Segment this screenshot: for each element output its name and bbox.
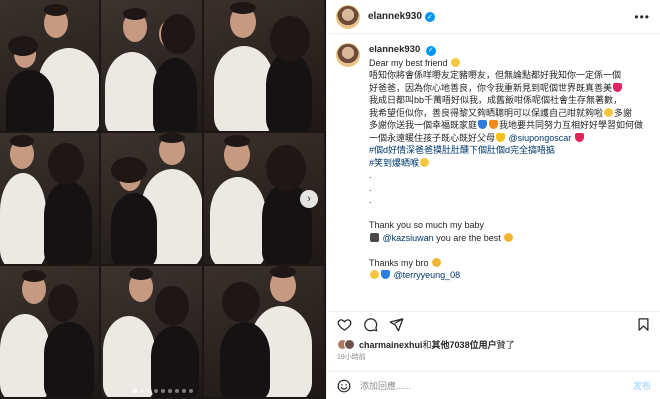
bee-emoji-icon <box>504 232 514 242</box>
caption-line: . <box>369 195 372 205</box>
like-button[interactable] <box>337 317 352 332</box>
mention-link[interactable]: @terryyeung_08 <box>394 270 461 280</box>
collage-photo <box>204 0 326 133</box>
avatar[interactable] <box>336 43 360 67</box>
collage-photo <box>0 133 101 266</box>
likes-text[interactable]: charmainexhui和其他7038位用户贊了 <box>359 338 515 351</box>
caption-line: Thank you so much my baby <box>369 220 485 230</box>
bookmark-icon <box>638 318 649 331</box>
chevron-right-icon: › <box>307 192 311 205</box>
caption-line: 唔知你將會係咩嘢友定豬嘢友，但無論點都好我知你一定係一個 <box>369 70 622 80</box>
comment-input[interactable] <box>360 380 633 391</box>
red-heart-emoji-icon <box>574 132 584 142</box>
likes-suffix: 贊了 <box>496 339 515 350</box>
mention-link[interactable]: @kazsiuwan <box>383 233 434 243</box>
blue-heart-emoji-icon <box>478 120 488 129</box>
hashtag-link[interactable]: #個d好情深爸爸摸肚肚醺下個肚個d完全搞唔掂 <box>369 145 555 155</box>
more-options-icon[interactable]: ••• <box>634 10 650 24</box>
post-side-panel: elannek930 ✓ ••• elannek930 ✓ Dear my be… <box>326 0 660 399</box>
post-timestamp[interactable]: 19小時前 <box>337 352 366 362</box>
caption-line: 我地要共同努力互相好好學習如何做 <box>499 120 644 130</box>
caption-body: elannek930 ✓ Dear my best friend 唔知你將會係咩… <box>369 44 644 280</box>
post-actions-bar <box>327 311 660 337</box>
share-icon <box>389 318 404 332</box>
share-button[interactable] <box>389 317 404 332</box>
collage-photo <box>0 0 101 133</box>
collage-photo <box>101 133 204 266</box>
hashtag-link[interactable]: #笑到爆晒喉 <box>369 158 419 168</box>
caption-line: 我成日都叫bb千萬唔好似我，成舊飯咁係呢個社會生存無著數， <box>369 95 623 105</box>
collage-photo <box>0 266 101 399</box>
comment-button[interactable] <box>363 317 378 332</box>
carousel-dot <box>133 389 137 393</box>
collage-photo <box>204 266 326 399</box>
collage-photo <box>101 0 204 133</box>
caption-line: 我希望佢似你，善良得黎又夠晒聰明可以保護自己咁就夠啦 <box>369 107 604 118</box>
caption-line: Dear my best friend <box>369 57 448 68</box>
verified-badge-icon: ✓ <box>425 46 436 57</box>
heart-icon <box>337 319 352 331</box>
post-caption: elannek930 ✓ Dear my best friend 唔知你將會係咩… <box>327 35 660 311</box>
red-heart-emoji-icon <box>613 82 623 92</box>
yellow-heart-emoji-icon <box>496 132 506 142</box>
save-button[interactable] <box>636 317 651 332</box>
carousel-dot <box>168 389 172 393</box>
post-header: elannek930 ✓ ••• <box>327 0 660 34</box>
smiling-face-emoji-icon <box>451 57 461 67</box>
post-media-carousel[interactable]: › <box>0 0 326 399</box>
carousel-dot <box>147 389 151 393</box>
carousel-dots <box>0 389 326 393</box>
carousel-dot <box>161 389 165 393</box>
emoji-icon[interactable] <box>337 379 351 393</box>
comment-icon <box>364 318 378 332</box>
orange-heart-emoji-icon <box>489 120 499 129</box>
avatar <box>344 338 355 350</box>
carousel-dot <box>175 389 179 393</box>
caption-line: . <box>369 182 372 193</box>
person-emoji-icon <box>370 270 379 279</box>
caption-line: . <box>369 170 372 180</box>
caption-line: you are the best <box>436 232 501 243</box>
carousel-dot <box>154 389 158 393</box>
caption-line: 好爸爸，因為你心地善良，你令我重新見到呢個世界既真善美 <box>369 82 613 93</box>
avatar[interactable] <box>336 4 360 29</box>
header-username[interactable]: elannek930 <box>368 11 422 22</box>
verified-badge-icon: ✓ <box>424 11 435 22</box>
caption-username[interactable]: elannek930 <box>369 44 420 55</box>
instagram-post: › elannek930 ✓ ••• elannek930 ✓ Dear my … <box>0 0 660 399</box>
laughing-face-emoji-icon <box>420 157 430 167</box>
caption-line: Thanks my bro <box>369 257 429 268</box>
next-arrow-button[interactable]: › <box>300 190 318 208</box>
bee-emoji-icon <box>432 257 442 267</box>
camera-emoji-icon <box>370 232 379 242</box>
carousel-dot <box>140 389 144 393</box>
carousel-dot <box>182 389 186 393</box>
caption-line: 多謝你送我一個幸福既家庭 <box>369 120 478 130</box>
grinning-face-emoji-icon <box>604 107 614 117</box>
caption-line: 一個永遠暖住孩子既心既好父母 <box>369 132 496 143</box>
likes-and: 和 <box>422 339 432 350</box>
carousel-dot <box>189 389 193 393</box>
comment-box: 发布 <box>327 371 660 399</box>
blue-heart-emoji-icon <box>381 270 390 279</box>
likes-others-count[interactable]: 其他7038位用户 <box>432 340 497 350</box>
likes-summary: charmainexhui和其他7038位用户贊了 <box>337 337 515 351</box>
collage-photo <box>101 266 204 399</box>
liker-username[interactable]: charmainexhui <box>359 340 423 350</box>
post-comment-button[interactable]: 发布 <box>633 379 651 392</box>
photo-collage <box>0 0 326 399</box>
mention-link[interactable]: @siupongoscar <box>509 133 572 143</box>
